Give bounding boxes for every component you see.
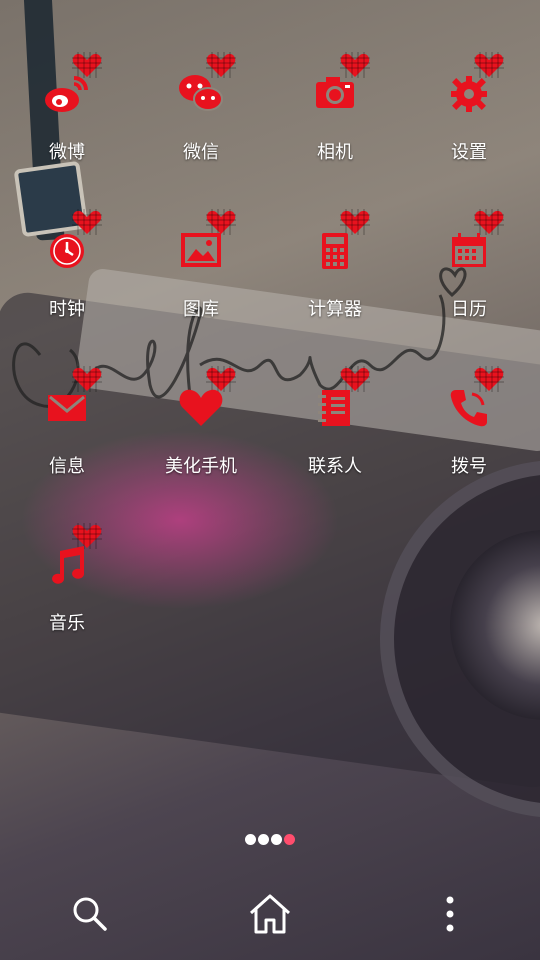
app-label: 拨号	[451, 456, 487, 477]
app-label: 微博	[49, 142, 85, 163]
app-dialer[interactable]: 拨号	[402, 364, 536, 494]
search-button[interactable]	[60, 884, 120, 944]
calendar-icon	[444, 225, 494, 275]
gallery-icon	[176, 225, 226, 275]
app-label: 联系人	[308, 456, 362, 477]
app-music[interactable]: 音乐	[0, 521, 134, 651]
phone-icon	[444, 382, 494, 432]
wechat-icon	[176, 68, 226, 118]
weibo-icon	[42, 68, 92, 118]
app-camera[interactable]: 相机	[268, 50, 402, 180]
app-label: 相机	[317, 142, 353, 163]
calculator-icon	[310, 225, 360, 275]
home-button[interactable]	[240, 884, 300, 944]
dock-bar	[0, 870, 540, 960]
page-dot-active[interactable]	[284, 834, 295, 845]
app-label: 美化手机	[165, 456, 237, 477]
app-wechat[interactable]: 微信	[134, 50, 268, 180]
app-label: 图库	[183, 299, 219, 320]
app-label: 微信	[183, 142, 219, 163]
page-dot[interactable]	[245, 834, 256, 845]
camera-icon	[310, 68, 360, 118]
app-label: 音乐	[49, 613, 85, 634]
search-icon	[73, 897, 107, 931]
page-dot[interactable]	[258, 834, 269, 845]
clock-icon	[42, 225, 92, 275]
app-messages[interactable]: 信息	[0, 364, 134, 494]
envelope-icon	[42, 382, 92, 432]
more-button[interactable]	[420, 884, 480, 944]
gear-icon	[444, 68, 494, 118]
app-contacts[interactable]: 联系人	[268, 364, 402, 494]
page-indicator	[0, 830, 540, 849]
app-clock[interactable]: 时钟	[0, 207, 134, 337]
home-icon	[249, 894, 291, 934]
contacts-book-icon	[310, 382, 360, 432]
more-vertical-icon	[446, 896, 454, 932]
app-theme[interactable]: 美化手机	[134, 364, 268, 494]
music-note-icon	[42, 539, 92, 589]
heart-icon	[176, 382, 226, 432]
app-label: 设置	[451, 142, 487, 163]
app-calculator[interactable]: 计算器	[268, 207, 402, 337]
app-weibo[interactable]: 微博	[0, 50, 134, 180]
page-dot[interactable]	[271, 834, 282, 845]
app-label: 日历	[451, 299, 487, 320]
app-label: 信息	[49, 456, 85, 477]
app-label: 计算器	[308, 299, 362, 320]
app-settings[interactable]: 设置	[402, 50, 536, 180]
app-label: 时钟	[49, 299, 85, 320]
app-gallery[interactable]: 图库	[134, 207, 268, 337]
app-calendar[interactable]: 日历	[402, 207, 536, 337]
